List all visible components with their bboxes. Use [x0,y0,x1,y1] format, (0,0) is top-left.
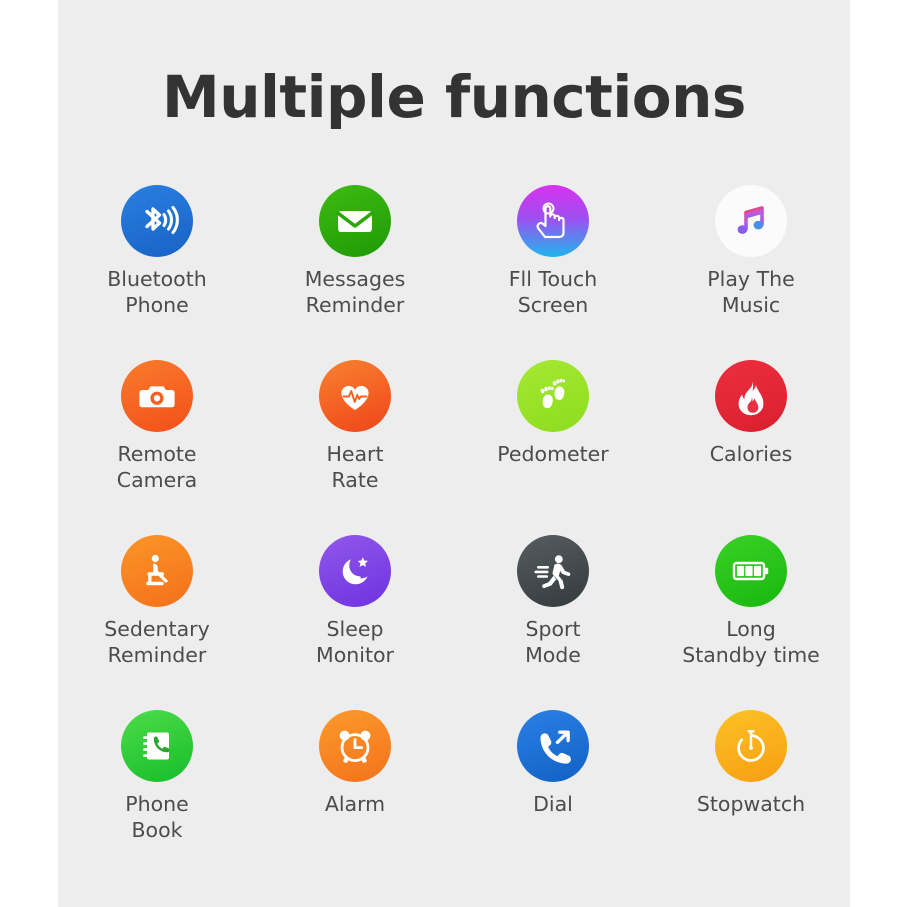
feature-label: Heart Rate [326,442,384,492]
feature-label: Long Standby time [682,617,820,667]
footprints-icon [517,360,589,432]
alarm-clock-icon [319,710,391,782]
feature-label: Dial [533,792,573,816]
heart-pulse-icon [319,360,391,432]
feature-label: Sedentary Reminder [104,617,210,667]
feature-item-calories[interactable]: Calories [652,360,850,535]
page-title: Multiple functions [162,63,746,131]
feature-label: Phone Book [125,792,189,842]
flame-icon [715,360,787,432]
feature-item-messages-reminder[interactable]: Messages Reminder [256,185,454,360]
seated-person-icon [121,535,193,607]
feature-item-sleep-monitor[interactable]: Sleep Monitor [256,535,454,710]
feature-item-sedentary-reminder[interactable]: Sedentary Reminder [58,535,256,710]
phone-book-icon [121,710,193,782]
battery-full-icon [715,535,787,607]
feature-label: Fll Touch Screen [508,267,598,317]
feature-label: Pedometer [497,442,609,466]
page-root: Multiple functions Bluetooth Phone Messa… [0,0,907,907]
touch-hand-icon [517,185,589,257]
feature-item-full-touch-screen[interactable]: Fll Touch Screen [454,185,652,360]
camera-icon [121,360,193,432]
feature-label: Stopwatch [696,792,806,816]
feature-label: Remote Camera [116,442,198,492]
feature-item-phone-book[interactable]: Phone Book [58,710,256,885]
feature-item-long-standby-time[interactable]: Long Standby time [652,535,850,710]
moon-star-icon [319,535,391,607]
feature-label: Play The Music [707,267,795,317]
feature-label: Alarm [324,792,386,816]
feature-label: Calories [709,442,793,466]
bluetooth-icon [121,185,193,257]
running-person-icon [517,535,589,607]
feature-item-sport-mode[interactable]: Sport Mode [454,535,652,710]
music-note-icon [715,185,787,257]
feature-item-remote-camera[interactable]: Remote Camera [58,360,256,535]
feature-item-alarm[interactable]: Alarm [256,710,454,885]
feature-item-play-the-music[interactable]: Play The Music [652,185,850,360]
feature-item-bluetooth-phone[interactable]: Bluetooth Phone [58,185,256,360]
feature-item-heart-rate[interactable]: Heart Rate [256,360,454,535]
feature-item-stopwatch[interactable]: Stopwatch [652,710,850,885]
feature-grid: Bluetooth Phone Messages Reminder Fll To… [58,185,850,885]
feature-item-dial[interactable]: Dial [454,710,652,885]
content-panel: Multiple functions Bluetooth Phone Messa… [58,0,850,907]
feature-label: Sleep Monitor [316,617,394,667]
envelope-icon [319,185,391,257]
feature-label: Messages Reminder [304,267,406,317]
feature-item-pedometer[interactable]: Pedometer [454,360,652,535]
phone-outgoing-icon [517,710,589,782]
feature-label: Bluetooth Phone [107,267,207,317]
feature-label: Sport Mode [525,617,581,667]
stopwatch-icon [715,710,787,782]
